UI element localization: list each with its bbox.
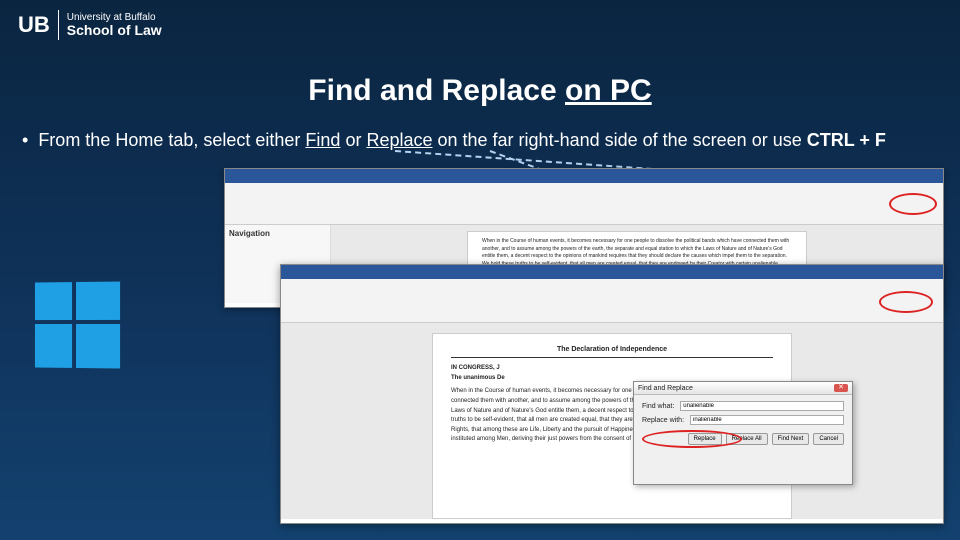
logo-line2: School of Law: [67, 23, 162, 38]
replace-with-label: Replace with:: [642, 417, 684, 424]
navigation-title: Navigation: [229, 229, 326, 238]
slide-title: Find and Replace on PC: [0, 74, 960, 108]
bullet-replace: Replace: [366, 130, 432, 150]
replace-button-highlight: [879, 291, 933, 313]
find-what-input[interactable]: [680, 401, 844, 411]
bullet-mid: or: [340, 130, 366, 150]
dialog-close-button[interactable]: ✕: [834, 384, 848, 392]
university-logo: UB University at Buffalo School of Law: [18, 10, 162, 40]
word-ribbon-fg: [281, 279, 943, 323]
bullet-shortcut: CTRL + F: [807, 130, 886, 150]
find-button-highlight: [889, 193, 937, 215]
word-titlebar-fg: [281, 265, 943, 279]
bullet-find: Find: [305, 130, 340, 150]
windows-logo-icon: [35, 281, 122, 370]
replace-all-button[interactable]: Replace All: [726, 433, 768, 445]
cancel-button[interactable]: Cancel: [813, 433, 844, 445]
bullet-text: • From the Home tab, select either Find …: [22, 128, 940, 153]
bullet-marker: •: [22, 128, 28, 153]
replace-with-input[interactable]: [690, 415, 844, 425]
word-screenshot-replace: The Declaration of Independence IN CONGR…: [280, 264, 944, 524]
dialog-title-text: Find and Replace: [638, 385, 693, 392]
word-titlebar-bg: [225, 169, 943, 183]
replace-button[interactable]: Replace: [688, 433, 722, 445]
title-plain: Find and Replace: [308, 74, 565, 107]
doc-title: The Declaration of Independence: [451, 344, 773, 358]
dialog-titlebar: Find and Replace ✕: [634, 382, 852, 395]
bullet-pre: From the Home tab, select either: [38, 130, 305, 150]
title-underlined: on PC: [565, 74, 652, 107]
word-ribbon-bg: [225, 183, 943, 225]
doc-sub1: IN CONGRESS, J: [451, 364, 773, 374]
find-what-label: Find what:: [642, 403, 674, 410]
ub-mark: UB: [18, 10, 59, 40]
find-next-button[interactable]: Find Next: [772, 433, 810, 445]
find-replace-dialog: Find and Replace ✕ Find what: Replace wi…: [633, 381, 853, 485]
bullet-post: on the far right-hand side of the screen…: [433, 130, 807, 150]
